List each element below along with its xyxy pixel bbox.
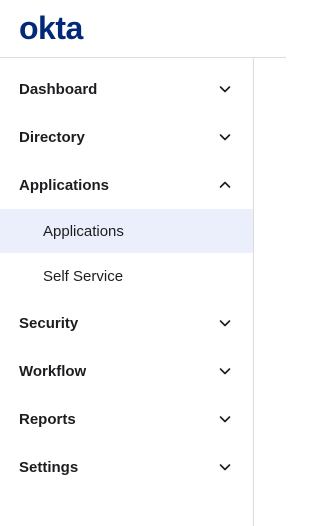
sidebar-item-directory[interactable]: Directory	[0, 115, 253, 159]
sidebar-item-applications[interactable]: Applications	[0, 163, 253, 207]
header-bar: okta	[0, 0, 286, 58]
okta-logo[interactable]: okta	[19, 12, 101, 44]
sidebar-item-label: Workflow	[19, 362, 87, 380]
sidebar-subitem-self-service[interactable]: Self Service	[0, 254, 253, 298]
sidebar-item-settings[interactable]: Settings	[0, 445, 253, 489]
sidebar-item-reports[interactable]: Reports	[0, 397, 253, 441]
sidebar-item-label: Directory	[19, 128, 85, 146]
chevron-up-icon[interactable]	[217, 177, 233, 193]
chevron-down-icon[interactable]	[217, 81, 233, 97]
main-content	[255, 58, 286, 526]
chevron-down-icon[interactable]	[217, 459, 233, 475]
sidebar-item-workflow[interactable]: Workflow	[0, 349, 253, 393]
sidebar-item-label: Reports	[19, 410, 76, 428]
sidebar-subitem-applications[interactable]: Applications	[0, 209, 253, 253]
sidebar-subitem-label: Self Service	[43, 267, 124, 285]
logo-text: okta	[19, 12, 84, 44]
chevron-down-icon[interactable]	[217, 315, 233, 331]
sidebar-item-label: Dashboard	[19, 80, 98, 98]
sidebar-subitem-label: Applications	[43, 222, 124, 240]
admin-console: okta Dashboard Directory Applications Ap…	[0, 0, 286, 526]
sidebar-nav: Dashboard Directory Applications Applica…	[0, 58, 254, 526]
sidebar-item-label: Security	[19, 314, 79, 332]
chevron-down-icon[interactable]	[217, 411, 233, 427]
sidebar-item-label: Applications	[19, 176, 110, 194]
sidebar-item-security[interactable]: Security	[0, 301, 253, 345]
chevron-down-icon[interactable]	[217, 363, 233, 379]
sidebar-item-label: Settings	[19, 458, 79, 476]
sidebar-item-dashboard[interactable]: Dashboard	[0, 67, 253, 111]
chevron-down-icon[interactable]	[217, 129, 233, 145]
